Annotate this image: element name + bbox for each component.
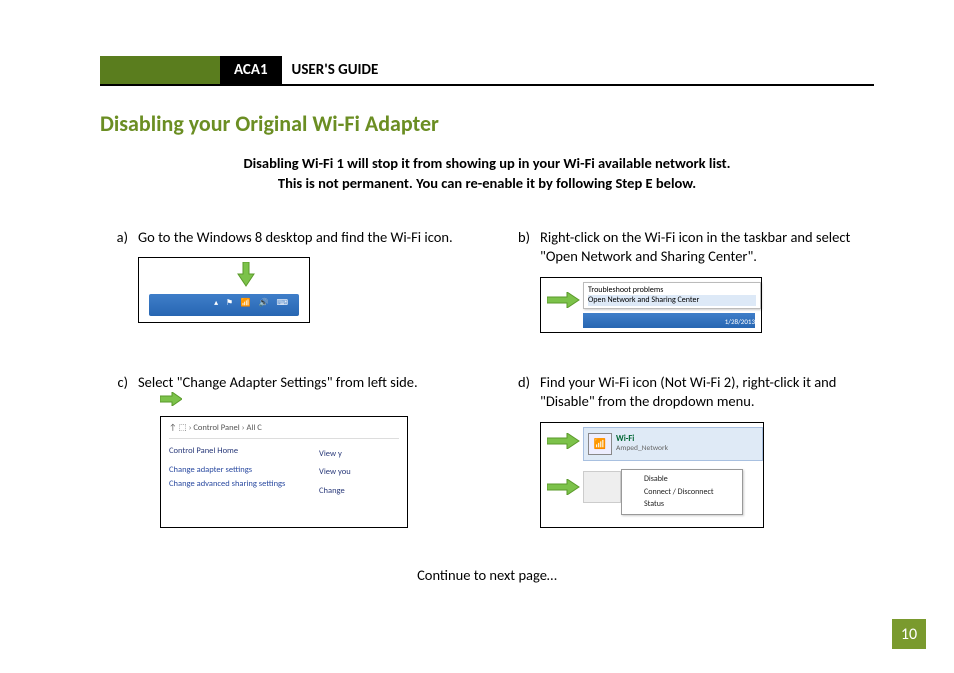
menu-item-connect: Connect / Disconnect: [622, 486, 742, 499]
step-d-label: d): [502, 373, 540, 529]
taskbar-date: 1/28/2013: [725, 317, 755, 326]
figure-c: ↑ ⬚ › Control Panel › All C Control Pane…: [160, 416, 408, 528]
link-advanced-sharing: Change advanced sharing settings: [169, 478, 319, 492]
menu-item-troubleshoot: Troubleshoot problems: [588, 285, 756, 295]
tray-icons: ▴ ⚑ 📶 🔊 ⌨: [214, 298, 291, 309]
step-c: c) Select "Change Adapter Settings" from…: [100, 373, 472, 529]
cp-home: Control Panel Home: [169, 445, 319, 459]
step-a: a) Go to the Windows 8 desktop and find …: [100, 228, 472, 333]
intro-line-2: This is not permanent. You can re-enable…: [100, 173, 874, 193]
intro-line-1: Disabling Wi-Fi 1 will stop it from show…: [100, 153, 874, 173]
wifi-icon: 📶: [588, 433, 612, 455]
step-b: b) Right-click on the Wi-Fi icon in the …: [502, 228, 874, 333]
step-a-text: Go to the Windows 8 desktop and find the…: [138, 228, 472, 248]
cp-right-1: View y: [319, 445, 379, 464]
arrow-right-icon: [160, 392, 408, 406]
context-menu: Troubleshoot problems Open Network and S…: [583, 282, 761, 309]
menu-item-open-center: Open Network and Sharing Center: [588, 295, 756, 305]
menu-item-disable: Disable: [622, 473, 742, 486]
doc-header: ACA1 USER'S GUIDE: [100, 56, 874, 86]
continue-text: Continue to next page…: [100, 566, 874, 584]
product-code: ACA1: [220, 56, 282, 84]
context-menu: Disable Connect / Disconnect Status: [621, 469, 743, 515]
menu-item-status: Status: [622, 498, 742, 511]
taskbar: ▴ ⚑ 📶 🔊 ⌨: [149, 294, 299, 316]
figure-b: Troubleshoot problems Open Network and S…: [540, 277, 762, 333]
adapter-shadow: [583, 471, 621, 503]
adapter-name: Wi-Fi: [616, 434, 668, 444]
page-number: 10: [892, 619, 926, 649]
step-d-text: Find your Wi-Fi icon (Not Wi-Fi 2), righ…: [540, 373, 874, 412]
header-accent: [100, 56, 220, 84]
wifi-adapter: 📶 Wi-Fi Amped_Network: [583, 427, 763, 461]
link-change-adapter: Change adapter settings: [169, 464, 319, 478]
step-a-label: a): [100, 228, 138, 333]
step-b-text: Right-click on the Wi-Fi icon in the tas…: [540, 228, 874, 267]
arrow-right-icon: [547, 433, 581, 449]
step-c-text: Select "Change Adapter Settings" from le…: [138, 373, 472, 393]
step-c-label: c): [100, 373, 138, 529]
arrow-down-icon: [237, 262, 255, 288]
steps-grid: a) Go to the Windows 8 desktop and find …: [100, 228, 874, 529]
intro-text: Disabling Wi-Fi 1 will stop it from show…: [100, 153, 874, 194]
figure-a: ▴ ⚑ 📶 🔊 ⌨: [138, 257, 310, 323]
arrow-right-icon: [547, 292, 581, 308]
cp-right-3: Change: [319, 482, 379, 501]
section-heading: Disabling your Original Wi-Fi Adapter: [100, 110, 874, 137]
arrow-right-icon: [547, 479, 581, 495]
step-d: d) Find your Wi-Fi icon (Not Wi-Fi 2), r…: [502, 373, 874, 529]
cp-right-2: View you: [319, 463, 379, 482]
adapter-network: Amped_Network: [616, 444, 668, 453]
step-b-label: b): [502, 228, 540, 333]
breadcrumb: ↑ ⬚ › Control Panel › All C: [169, 423, 399, 438]
doc-title: USER'S GUIDE: [282, 56, 389, 84]
figure-d: 📶 Wi-Fi Amped_Network Disable Connect / …: [540, 422, 764, 528]
